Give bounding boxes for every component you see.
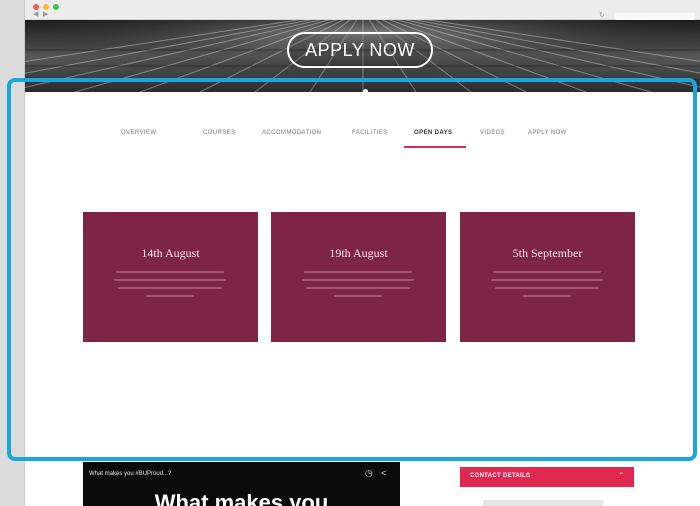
clock-icon[interactable]: ◷ bbox=[365, 468, 373, 479]
carousel-indicator[interactable] bbox=[363, 89, 368, 92]
contact-text-line bbox=[483, 500, 603, 506]
address-bar[interactable] bbox=[615, 13, 695, 20]
forward-icon[interactable]: ▶ bbox=[43, 10, 48, 18]
open-day-date: 14th August bbox=[141, 246, 200, 260]
card-text-line bbox=[493, 271, 601, 273]
tab-apply-now[interactable]: APPLY NOW bbox=[528, 130, 567, 136]
card-text-line bbox=[116, 271, 224, 273]
tab-videos[interactable]: VIDEOS bbox=[480, 130, 505, 136]
video-headline: What makes you bbox=[154, 490, 329, 506]
refresh-icon[interactable]: ↻ bbox=[599, 11, 605, 19]
card-text-line bbox=[146, 295, 194, 297]
open-day-date: 19th August bbox=[329, 246, 388, 260]
contact-details-label: CONTACT DETAILS bbox=[470, 473, 531, 479]
section-tabs: OVERVIEW COURSES ACCOMMODATION FACILITIE… bbox=[25, 130, 700, 150]
tab-courses[interactable]: COURSES bbox=[203, 130, 235, 136]
card-text-line bbox=[495, 287, 599, 289]
tab-accommodation[interactable]: ACCOMMODATION bbox=[262, 130, 321, 136]
card-text-line bbox=[304, 271, 412, 273]
apply-now-hero-button[interactable]: APPLY NOW bbox=[287, 32, 433, 68]
browser-window: ◀ ▶ ↻ APPLY NOW OVERVIEW COURSES ACCOMMO… bbox=[24, 0, 700, 506]
chevron-up-icon[interactable]: ⌃ bbox=[618, 471, 625, 480]
video-player[interactable]: What makes you #BUProud...? ◷ < What mak… bbox=[83, 462, 400, 506]
open-day-card[interactable]: 14th August bbox=[83, 212, 258, 342]
video-title: What makes you #BUProud...? bbox=[89, 471, 172, 477]
active-tab-indicator bbox=[404, 146, 466, 148]
card-text-line bbox=[118, 287, 222, 289]
card-text-line bbox=[306, 287, 410, 289]
card-text-line bbox=[302, 279, 414, 281]
contact-details-toggle[interactable]: CONTACT DETAILS ⌃ bbox=[460, 467, 634, 487]
card-text-line bbox=[491, 279, 603, 281]
hero-banner: APPLY NOW bbox=[25, 20, 700, 92]
card-text-line bbox=[114, 279, 226, 281]
card-text-line bbox=[523, 295, 571, 297]
open-day-card[interactable]: 19th August bbox=[271, 212, 446, 342]
open-day-card[interactable]: 5th September bbox=[460, 212, 635, 342]
open-day-date: 5th September bbox=[512, 246, 583, 260]
tab-overview[interactable]: OVERVIEW bbox=[121, 130, 156, 136]
share-icon[interactable]: < bbox=[381, 468, 386, 478]
tab-open-days[interactable]: OPEN DAYS bbox=[414, 130, 452, 136]
maximize-window-icon[interactable] bbox=[53, 4, 59, 10]
card-text-line bbox=[334, 295, 382, 297]
back-icon[interactable]: ◀ bbox=[33, 10, 38, 18]
tab-facilities[interactable]: FACILITIES bbox=[352, 130, 388, 136]
browser-toolbar: ◀ ▶ ↻ bbox=[25, 0, 700, 20]
